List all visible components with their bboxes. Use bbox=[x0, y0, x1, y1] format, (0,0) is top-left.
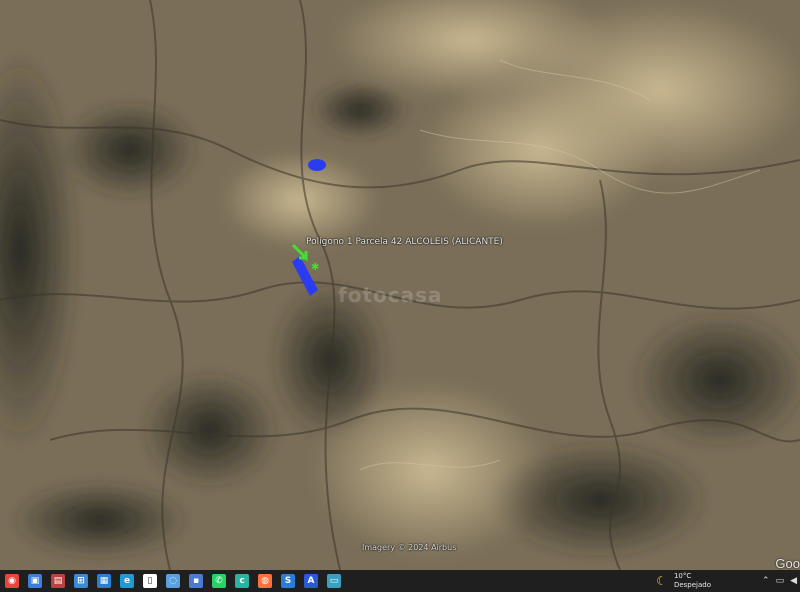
parcel-outline-north bbox=[308, 159, 326, 171]
imagery-credit: Imagery © 2024 Airbus bbox=[362, 543, 457, 552]
moon-icon: ☾ bbox=[656, 574, 667, 588]
whatsapp-icon[interactable]: ✆ bbox=[212, 574, 226, 588]
chevron-up-icon[interactable]: ⌃ bbox=[762, 576, 770, 586]
network-icon[interactable]: ⊞ bbox=[74, 574, 88, 588]
photos-icon[interactable]: ▦ bbox=[97, 574, 111, 588]
browser-icon[interactable]: ◌ bbox=[166, 574, 180, 588]
save-icon[interactable]: ▪ bbox=[189, 574, 203, 588]
weather-widget[interactable]: ☾ 10°C Despejado bbox=[653, 572, 711, 590]
edge-icon[interactable]: e bbox=[120, 574, 134, 588]
taskbar-apps: ◉ ▣ ▤ ⊞ ▦ e ▯ ◌ ▪ ✆ c ◍ S A ▭ bbox=[0, 574, 345, 588]
firefox-icon[interactable]: ◍ bbox=[258, 574, 272, 588]
placemark-label[interactable]: Polígono 1 Parcela 42 ALCOLEIS (ALICANTE… bbox=[306, 237, 503, 247]
monitor-icon[interactable]: ▭ bbox=[327, 574, 341, 588]
explorer-icon[interactable]: ▤ bbox=[51, 574, 65, 588]
network-tray-icon[interactable]: ▭ bbox=[776, 576, 785, 586]
acrobat-icon[interactable]: A bbox=[304, 574, 318, 588]
placemark-star-icon: ✱ bbox=[311, 262, 319, 273]
system-tray: ☾ 10°C Despejado ⌃ ▭ ◀ bbox=[653, 570, 800, 592]
weather-temperature: 10°C bbox=[673, 572, 692, 580]
satellite-map[interactable]: ✱ Polígono 1 Parcela 42 ALCOLEIS (ALICAN… bbox=[0, 0, 800, 570]
taskview-icon[interactable]: ▣ bbox=[28, 574, 42, 588]
weather-condition: Despejado bbox=[673, 581, 712, 589]
teams-icon[interactable]: c bbox=[235, 574, 249, 588]
watermark: fotocasa bbox=[338, 283, 443, 307]
skype-icon[interactable]: S bbox=[281, 574, 295, 588]
google-logo: Goo bbox=[775, 556, 800, 570]
taskbar: ◉ ▣ ▤ ⊞ ▦ e ▯ ◌ ▪ ✆ c ◍ S A ▭ ☾ 10°C Despejado ⌃ ▭ ◀ bbox=[0, 570, 800, 592]
volume-icon[interactable]: ◀ bbox=[790, 576, 797, 586]
document-icon[interactable]: ▯ bbox=[143, 574, 157, 588]
chrome-icon[interactable]: ◉ bbox=[5, 574, 19, 588]
